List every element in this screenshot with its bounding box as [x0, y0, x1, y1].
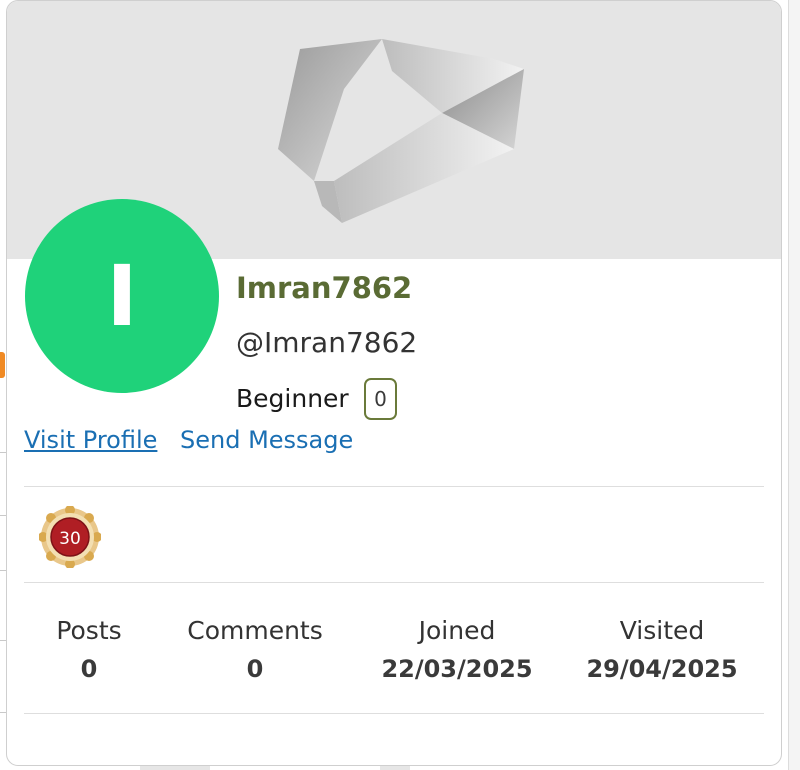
badge-label: 30	[59, 529, 81, 549]
stat-label: Comments	[187, 616, 323, 645]
site-logo-icon	[278, 39, 524, 223]
stat-value: 29/04/2025	[586, 655, 738, 683]
divider	[24, 582, 764, 583]
stat-value: 22/03/2025	[381, 655, 533, 683]
display-name[interactable]: Imran7862	[236, 271, 412, 305]
background-accent	[0, 352, 5, 378]
stat-posts: Posts 0	[7, 616, 174, 683]
user-rank: Beginner	[236, 384, 349, 413]
stat-label: Posts	[56, 616, 122, 645]
user-handle: @Imran7862	[236, 326, 418, 359]
rank-count-badge: 0	[364, 378, 397, 420]
stat-joined: Joined 22/03/2025	[372, 616, 542, 683]
background-fragment	[380, 766, 410, 770]
visit-profile-link[interactable]: Visit Profile	[24, 426, 157, 454]
send-message-link[interactable]: Send Message	[180, 426, 353, 454]
background-fragment	[140, 766, 210, 770]
divider	[24, 713, 764, 714]
divider	[24, 486, 764, 487]
profile-card: I Imran7862 @Imran7862 Beginner 0 Visit …	[6, 0, 782, 766]
background-scroll-strip	[788, 0, 800, 770]
stat-label: Joined	[418, 616, 496, 645]
stat-comments: Comments 0	[170, 616, 340, 683]
avatar-letter: I	[106, 247, 138, 345]
anniversary-badge-icon[interactable]: 30	[38, 505, 102, 569]
stat-value: 0	[246, 655, 264, 683]
stat-value: 0	[80, 655, 98, 683]
avatar[interactable]: I	[25, 199, 219, 393]
stat-label: Visited	[619, 616, 705, 645]
stat-visited: Visited 29/04/2025	[577, 616, 747, 683]
